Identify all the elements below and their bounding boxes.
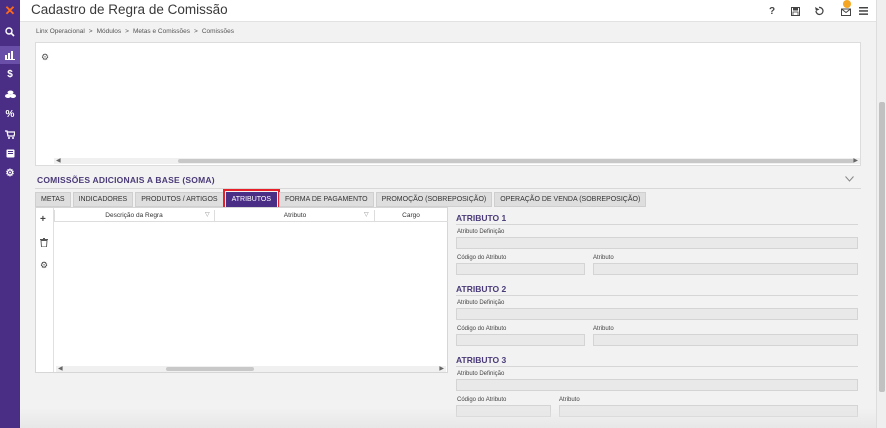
breadcrumb-item-linx[interactable]: Linx Operacional [36,28,85,35]
coins-icon[interactable] [0,85,20,103]
trash-icon[interactable] [40,238,48,249]
tab-produtos-artigos[interactable]: PRODUTOS / ARTIGOS [135,192,224,207]
help-icon[interactable]: ? [765,4,779,18]
book-icon[interactable] [0,144,20,162]
section-title: COMISSÕES ADICIONAIS A BASE (SOMA) [37,175,215,185]
attribute-1-definition-label: Atributo Definição [457,229,505,235]
breadcrumb: Linx Operacional > Módulos > Metas e Com… [36,28,234,35]
add-icon[interactable]: + [40,214,46,225]
attribute-2-code-label: Código do Atributo [457,326,507,332]
page-title: Cadastro de Regra de Comissão [31,2,228,17]
attribute-2-attr-label: Atributo [593,326,614,332]
page-scrollbar-thumb[interactable] [879,102,885,392]
attribute-2-definition-label: Atributo Definição [457,300,505,306]
section-divider [35,188,861,189]
breadcrumb-separator: > [88,28,93,35]
undo-icon[interactable] [812,4,826,18]
attributes-grid: + ⚙ Descrição da Regra ▽ Atributo ▽ Carg… [35,207,448,373]
attribute-2-definition-input[interactable] [456,308,858,320]
column-resize-handle[interactable] [54,210,55,222]
attribute-1-divider [456,224,858,225]
settings-icon[interactable]: ⚙ [41,52,49,63]
percent-icon[interactable]: % [0,105,20,123]
dollar-icon[interactable]: $ [0,65,20,83]
attribute-3-attr-label: Atributo [559,397,580,403]
tab-operacao-de-venda[interactable]: OPERAÇÃO DE VENDA (SOBREPOSIÇÃO) [494,192,647,207]
gears-icon[interactable]: ⚙ [0,164,20,182]
breadcrumb-item-modulos[interactable]: Módulos [97,28,122,35]
grid-header: Descrição da Regra ▽ Atributo ▽ Cargo [54,210,448,222]
attribute-3-title: ATRIBUTO 3 [456,355,507,365]
sidebar: ✕ $ % ⚙ [0,0,20,428]
attribute-1-attr-label: Atributo [593,255,614,261]
scroll-left-icon[interactable]: ◀ [58,365,63,372]
menu-icon[interactable] [856,4,870,18]
column-header-descricao[interactable]: Descrição da Regra [56,212,212,219]
breadcrumb-separator: > [125,28,129,35]
page-scrollbar[interactable] [876,0,886,428]
filter-icon[interactable]: ▽ [205,211,210,218]
grid-settings-icon[interactable]: ⚙ [40,260,48,271]
tab-bar: METAS INDICADORES PRODUTOS / ARTIGOS ATR… [35,189,648,210]
tab-atributos[interactable]: ATRIBUTOS [222,189,281,210]
grid-hscroll-thumb[interactable] [166,367,254,371]
chart-icon[interactable] [0,46,20,64]
cart-icon[interactable] [0,125,20,143]
attribute-2-attr-input[interactable] [593,334,858,346]
breadcrumb-separator: > [194,28,198,35]
breadcrumb-item-comissoes[interactable]: Comissões [202,28,234,35]
top-grid-hscroll[interactable]: ◀ ▶ [54,158,860,164]
app-header: Cadastro de Regra de Comissão ? [20,0,876,22]
grid-hscroll[interactable]: ◀ ▶ [56,366,446,372]
column-divider [374,210,375,222]
tab-promocao[interactable]: PROMOÇÃO (SOBREPOSIÇÃO) [375,192,493,207]
attributes-form: ATRIBUTO 1 Atributo Definição Código do … [452,207,861,422]
filter-icon[interactable]: ▽ [364,211,369,218]
column-divider [214,210,215,222]
attribute-2-code-input[interactable] [456,334,585,346]
attribute-3-code-label: Código do Atributo [457,397,507,403]
notification-badge [843,0,851,8]
tab-forma-de-pagamento[interactable]: FORMA DE PAGAMENTO [279,192,374,207]
attribute-1-code-input[interactable] [456,263,585,275]
top-grid-hscroll-thumb[interactable] [178,159,854,163]
scroll-right-icon[interactable]: ▶ [439,365,444,372]
attribute-1-title: ATRIBUTO 1 [456,213,507,223]
column-header-atributo[interactable]: Atributo [216,212,374,219]
search-icon[interactable] [0,23,20,41]
scroll-left-icon[interactable]: ◀ [56,157,61,164]
tab-metas[interactable]: METAS [35,192,71,207]
grid-toolbar: + ⚙ [36,208,54,372]
attribute-1-code-label: Código do Atributo [457,255,507,261]
logo-icon[interactable]: ✕ [0,2,20,20]
attribute-3-definition-label: Atributo Definição [457,371,505,377]
bottom-fade [20,408,876,428]
attribute-3-definition-input[interactable] [456,379,858,391]
chevron-down-icon[interactable] [845,174,854,184]
column-header-cargo[interactable]: Cargo [376,212,446,219]
scroll-right-icon[interactable]: ▶ [853,157,858,164]
attribute-3-divider [456,366,858,367]
breadcrumb-item-metas[interactable]: Metas e Comissões [133,28,190,35]
attribute-1-definition-input[interactable] [456,237,858,249]
save-icon[interactable] [788,4,802,18]
tab-indicadores[interactable]: INDICADORES [72,192,134,207]
attribute-2-title: ATRIBUTO 2 [456,284,507,294]
attribute-1-attr-input[interactable] [593,263,858,275]
attribute-2-divider [456,295,858,296]
top-grid-panel: ⚙ ◀ ▶ [35,42,861,166]
